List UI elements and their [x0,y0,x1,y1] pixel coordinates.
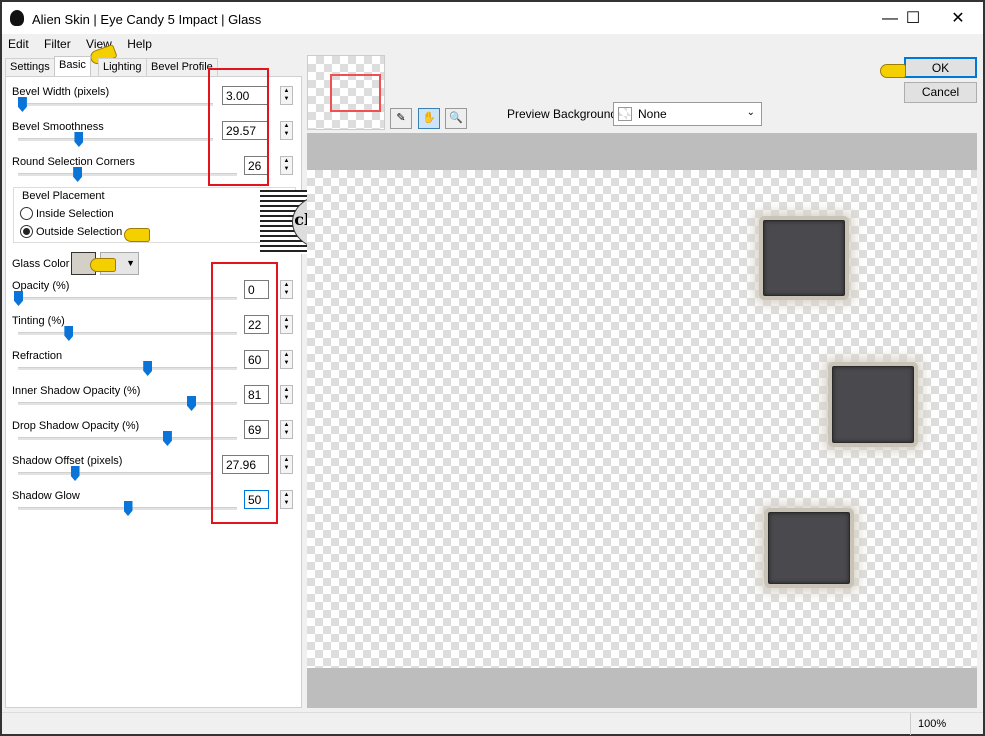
spinner-button[interactable]: ▲ ▼ [280,455,293,474]
menu-bar: Edit Filter View Help [8,37,164,51]
tab-bevel-profile[interactable]: Bevel Profile [146,58,218,76]
pointing-hand-icon [124,228,150,242]
slider-track[interactable] [18,138,213,141]
spinner-button[interactable]: ▲ ▼ [280,156,293,175]
spinner-button[interactable]: ▲ ▼ [280,350,293,369]
preview-bottom-margin [307,668,977,708]
slider-track[interactable] [18,173,237,176]
pointing-hand-icon [880,64,906,78]
control-label: Shadow Offset (pixels) [12,455,123,467]
preview-canvas[interactable] [307,170,977,668]
close-button[interactable]: ✕ [935,4,981,34]
menu-filter[interactable]: Filter [44,37,71,51]
control-label: Tinting (%) [12,315,65,327]
tab-basic[interactable]: Basic [54,56,91,77]
preview-background-select[interactable]: None ⌄ [613,102,762,126]
glass-square [768,512,850,584]
control-label: Round Selection Corners [12,156,135,168]
highlight-box [211,262,278,524]
tab-settings[interactable]: Settings [5,58,55,76]
status-bar: 100% [2,712,983,735]
slider-track[interactable] [18,332,237,335]
glass-color-label: Glass Color [12,258,70,270]
spinner-button[interactable]: ▲ ▼ [280,121,293,140]
maximize-button[interactable]: ☐ [890,4,936,34]
ok-button[interactable]: OK [904,57,977,78]
highlight-box [208,68,269,186]
control-label: Opacity (%) [12,280,70,292]
outside-selection-radio[interactable] [20,225,33,238]
slider-track[interactable] [18,402,237,405]
hand-tool-icon[interactable]: ✋ [418,108,440,129]
menu-edit[interactable]: Edit [8,37,29,51]
navigator-thumbnail[interactable] [307,55,385,130]
control-label: Refraction [12,350,63,362]
slider-track[interactable] [18,103,213,106]
zoom-level: 100% [918,718,947,730]
slider-track[interactable] [18,297,237,300]
slider-track[interactable] [18,437,237,440]
app-icon [10,10,24,26]
spinner-button[interactable]: ▲ ▼ [280,420,293,439]
spinner-button[interactable]: ▲ ▼ [280,315,293,334]
preview-background-value: None [638,107,667,121]
eyedropper-tool-icon[interactable]: ✎ [390,108,412,129]
preview-top-margin [307,133,977,170]
spinner-button[interactable]: ▲ ▼ [280,385,293,404]
control-label: Bevel Smoothness [12,121,104,133]
spinner-button[interactable]: ▲ ▼ [280,86,293,105]
control-label: Drop Shadow Opacity (%) [12,420,140,432]
slider-track[interactable] [18,472,213,475]
control-label: Shadow Glow [12,490,80,502]
slider-track[interactable] [18,367,237,370]
control-label: Inner Shadow Opacity (%) [12,385,141,397]
chevron-down-icon: ⌄ [746,107,755,118]
chevron-down-icon: ▼ [126,258,135,268]
bevel-placement-label: Bevel Placement [20,190,107,202]
control-label: Bevel Width (pixels) [12,86,110,98]
pointing-hand-icon [90,258,116,272]
preview-background-label: Preview Background: [507,107,621,121]
tab-lighting[interactable]: Lighting [98,58,147,76]
spinner-button[interactable]: ▲ ▼ [280,490,293,509]
spinner-button[interactable]: ▲ ▼ [280,280,293,299]
window-title: Alien Skin | Eye Candy 5 Impact | Glass [32,12,262,27]
cancel-button[interactable]: Cancel [904,82,977,103]
glass-square [763,220,845,296]
inside-selection-label: Inside Selection [36,208,114,220]
title-bar: Alien Skin | Eye Candy 5 Impact | Glass … [2,2,983,34]
inside-selection-radio[interactable] [20,207,33,220]
menu-help[interactable]: Help [127,37,152,51]
zoom-tool-icon[interactable]: 🔍 [445,108,467,129]
outside-selection-label: Outside Selection [36,226,123,238]
glass-square [832,366,914,443]
